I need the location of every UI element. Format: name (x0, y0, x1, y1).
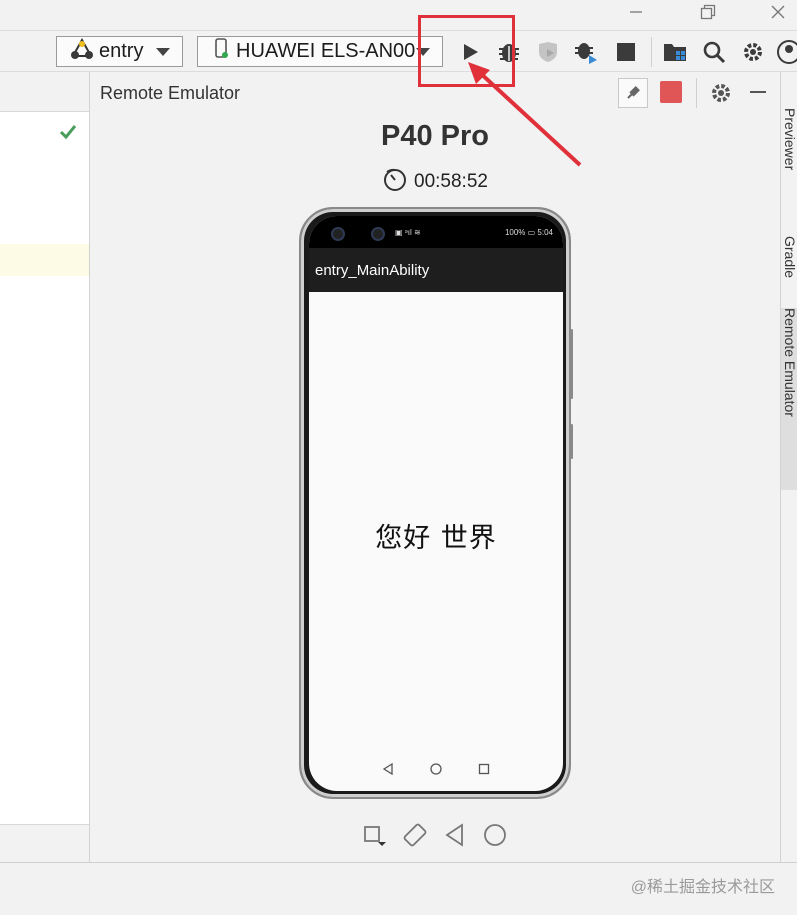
app-title-bar: entry_MainAbility (309, 248, 563, 292)
minimize-panel-icon[interactable] (748, 82, 768, 107)
phone-device-icon (214, 37, 228, 66)
chevron-down-icon (156, 48, 170, 56)
back-icon[interactable] (382, 762, 394, 780)
pin-icon[interactable] (618, 78, 648, 108)
project-panel-header (0, 72, 89, 112)
watermark: @稀土掘金技术社区 (630, 879, 775, 896)
tab-remote-emulator[interactable]: Remote Emulator (781, 308, 797, 490)
device-label: HUAWEI ELS-AN00 (236, 40, 416, 62)
search-icon[interactable] (700, 38, 728, 66)
minimize-window-icon[interactable] (616, 0, 656, 24)
avatar-icon[interactable] (775, 38, 797, 66)
phone-frame: ▣ ᵊıl ≋ 100% ▭ 5:04 entry_MainAbility 您好… (299, 207, 573, 799)
timer-value: 00:58:52 (414, 171, 488, 192)
close-window-icon[interactable] (758, 0, 797, 24)
signal-wifi-icon: ▣ ᵊıl ≋ (395, 228, 421, 237)
module-icon (70, 37, 94, 66)
toolbar-divider (651, 37, 652, 67)
device-model-title: P40 Pro (381, 120, 489, 152)
run-button-highlight (418, 15, 515, 87)
screen-resize-icon[interactable] (362, 822, 388, 853)
gear-icon[interactable] (710, 82, 732, 109)
panel-title: Remote Emulator (100, 83, 241, 103)
home-icon[interactable] (430, 762, 442, 780)
stopwatch-icon (382, 166, 408, 198)
main-toolbar: entry HUAWEI ELS-AN00 (0, 30, 797, 72)
stop-emulator-icon[interactable] (660, 81, 682, 103)
stop-icon[interactable] (612, 38, 640, 66)
hello-world-text: 您好 世界 (375, 523, 497, 554)
phone-status-bar: ▣ ᵊıl ≋ 100% ▭ 5:04 (309, 216, 563, 248)
window-title-strip (0, 0, 797, 30)
project-structure-icon[interactable] (661, 38, 689, 66)
emulator-controls (90, 822, 780, 853)
volume-button (570, 329, 573, 399)
phone-nav-bar (309, 751, 563, 791)
divider (696, 78, 697, 108)
right-tool-sidebar: Previewer Gradle Remote Emulator (780, 72, 797, 862)
selected-row-highlight[interactable] (0, 244, 89, 276)
project-panel-footer (0, 824, 89, 862)
session-timer: 00:58:52 (90, 166, 780, 198)
app-title: entry_MainAbility (315, 261, 430, 279)
front-camera-icon (331, 227, 345, 241)
remote-emulator-panel: Remote Emulator P40 Pro 00:58:52 ▣ ᵊıl ≋… (90, 72, 780, 862)
tab-previewer[interactable]: Previewer (781, 108, 797, 170)
back-icon[interactable] (442, 822, 468, 853)
project-panel (0, 72, 90, 862)
restore-window-icon[interactable] (688, 0, 728, 24)
module-selector-dropdown[interactable]: entry (56, 36, 183, 67)
phone-screen[interactable]: ▣ ᵊıl ≋ 100% ▭ 5:04 entry_MainAbility 您好… (309, 216, 563, 791)
device-selector-dropdown[interactable]: HUAWEI ELS-AN00 (197, 36, 443, 67)
recents-icon[interactable] (478, 762, 490, 780)
check-icon (59, 124, 77, 145)
home-icon[interactable] (482, 822, 508, 853)
profile-icon[interactable] (534, 38, 562, 66)
battery-time: 100% ▭ 5:04 (504, 228, 553, 237)
tab-gradle[interactable]: Gradle (781, 236, 797, 278)
settings-icon[interactable] (739, 38, 767, 66)
power-button (570, 424, 573, 459)
module-label: entry (99, 40, 144, 62)
attach-debugger-icon[interactable] (572, 38, 600, 66)
rotate-icon[interactable] (402, 822, 428, 853)
bottom-status-area: @稀土掘金技术社区 (0, 862, 797, 915)
front-camera-icon (371, 227, 385, 241)
